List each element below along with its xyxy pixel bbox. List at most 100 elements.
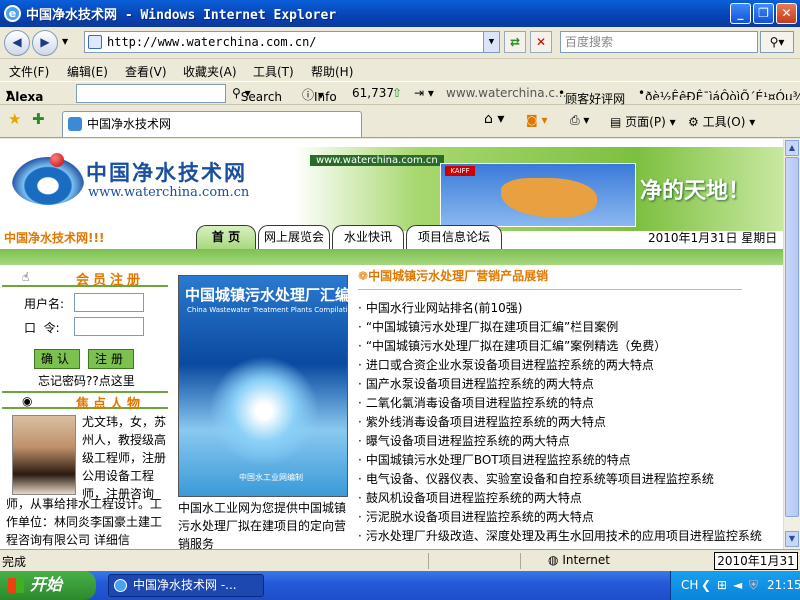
book-subtitle: China Wastewater Treatment Plants Compil… bbox=[187, 306, 357, 314]
news-item[interactable]: 进口或合资企业水泵设备项目进程监控系统的两大特点 bbox=[358, 356, 778, 375]
print-icon[interactable]: ⎙ ▾ bbox=[570, 113, 589, 128]
password-input[interactable] bbox=[74, 317, 144, 336]
news-item[interactable]: 污泥脱水设备项目进程监控系统的两大特点 bbox=[358, 508, 778, 527]
vertical-scrollbar[interactable]: ▲ ▼ bbox=[783, 139, 800, 549]
page-menu[interactable]: ▤ 页面(P) ▾ bbox=[610, 113, 676, 130]
username-input[interactable] bbox=[74, 293, 144, 312]
news-item[interactable]: 鼓风机设备项目进程监控系统的两大特点 bbox=[358, 489, 778, 508]
stop-button[interactable]: ✕ bbox=[530, 31, 552, 53]
add-favorite-icon[interactable]: ✚ bbox=[32, 110, 45, 128]
maximize-button[interactable]: ❐ bbox=[753, 3, 774, 24]
address-dropdown-icon[interactable]: ▼ bbox=[483, 32, 499, 52]
book-publisher: 中国水工业网编制 bbox=[239, 473, 303, 482]
rank-up-icon: ⇧ bbox=[392, 86, 403, 100]
news-item[interactable]: 曝气设备项目进程监控系统的两大特点 bbox=[358, 432, 778, 451]
home-icon[interactable]: ⌂ ▾ bbox=[484, 111, 504, 127]
news-item[interactable]: 电气设备、仪器仪表、实验室设备和自控系统等项目进程监控系统 bbox=[358, 470, 778, 489]
alexa-logo[interactable]: Alexa ▾ bbox=[6, 86, 43, 104]
security-shield-icon[interactable]: ⛨ bbox=[749, 578, 758, 593]
news-heading: ❁中国城镇污水处理厂营销产品展销 bbox=[358, 269, 549, 283]
news-item[interactable]: 中国水行业网站排名(前10强) bbox=[358, 299, 778, 318]
garbled-link[interactable]: • ðè½ÊêÐÊ¯ìáÔòìÕ´É¹¤Óµ¾¿Ñêì bbox=[638, 86, 800, 100]
security-zone[interactable]: ◍ Internet bbox=[548, 553, 610, 567]
language-indicator[interactable]: CH bbox=[681, 578, 698, 592]
news-item[interactable]: 紫外线消毒设备项目进程监控系统的两大特点 bbox=[358, 413, 778, 432]
alexa-search-button[interactable]: ⚲ Search ▾ bbox=[232, 86, 282, 104]
menu-help[interactable]: 帮助(H) bbox=[311, 63, 353, 80]
menu-view[interactable]: 查看(V) bbox=[125, 63, 167, 80]
news-item[interactable]: 污水处理厂升级改造、深度处理及再生水回用技术的应用项目进程监控系统 bbox=[358, 527, 778, 546]
nav-exhibition[interactable]: 网上展览会 bbox=[258, 225, 330, 249]
system-tray: CH ❮ ⊞ ◄ ⛨ 21:15 bbox=[670, 571, 800, 600]
nav-news[interactable]: 水业快讯 bbox=[332, 225, 404, 249]
taskbar-item-ie[interactable]: 中国净水技术网 -... bbox=[108, 574, 264, 597]
tab-title: 中国净水技术网 bbox=[87, 117, 172, 131]
confirm-button[interactable]: 确认 bbox=[34, 349, 80, 369]
window-title: 中国净水技术网 - Windows Internet Explorer bbox=[26, 8, 337, 23]
left-column: ☝ 会员注册 用户名: 口 令: 确认 注册 忘记密码??点这里 ◉ 焦点人物 … bbox=[2, 269, 170, 549]
tools-menu[interactable]: ⚙ 工具(O) ▾ bbox=[688, 113, 755, 130]
menu-favorites[interactable]: 收藏夹(A) bbox=[183, 63, 237, 80]
site-logo-cn[interactable]: 中国净水技术网 bbox=[86, 157, 247, 187]
marquee-text: 中国净水技术网!!! bbox=[4, 231, 105, 245]
address-bar[interactable]: http://www.waterchina.com.cn/ ▼ bbox=[84, 31, 500, 53]
address-toolbar: ◀ ▶ ▼ http://www.waterchina.com.cn/ ▼ ⇄ … bbox=[0, 27, 800, 59]
scroll-thumb[interactable] bbox=[785, 157, 799, 517]
register-button[interactable]: 注册 bbox=[88, 349, 134, 369]
forgot-password-link[interactable]: 忘记密码??点这里 bbox=[38, 372, 135, 389]
site-logo-en[interactable]: www.waterchina.com.cn bbox=[88, 185, 249, 200]
focus-person-photo[interactable] bbox=[12, 415, 76, 495]
network-icon[interactable]: ⊞ bbox=[717, 578, 727, 592]
scroll-up-icon[interactable]: ▲ bbox=[785, 140, 799, 156]
menu-edit[interactable]: 编辑(E) bbox=[67, 63, 108, 80]
nav-green-strip bbox=[0, 249, 783, 265]
menu-bar: 文件(F) 编辑(E) 查看(V) 收藏夹(A) 工具(T) 帮助(H) bbox=[0, 59, 800, 81]
alexa-search-label: Search bbox=[240, 90, 283, 104]
nav-home[interactable]: 首 页 bbox=[196, 225, 256, 249]
review-link[interactable]: • 顾客好评网 bbox=[558, 86, 625, 106]
refresh-button[interactable]: ⇄ bbox=[504, 31, 526, 53]
tab-current[interactable]: 中国净水技术网 bbox=[62, 111, 362, 137]
history-dropdown-icon[interactable]: ▼ bbox=[62, 37, 68, 46]
search-button[interactable]: ⚲▾ bbox=[760, 31, 794, 53]
tray-expand-icon[interactable]: ❮ bbox=[701, 578, 711, 592]
feeds-icon[interactable]: ◙ ▾ bbox=[526, 113, 547, 127]
book-cover[interactable]: 中国城镇污水处理厂汇编 China Wastewater Treatment P… bbox=[178, 275, 356, 497]
menu-file[interactable]: 文件(F) bbox=[9, 63, 49, 80]
tab-favicon bbox=[68, 117, 82, 131]
banner-ad[interactable]: KAIFF bbox=[440, 163, 636, 227]
alexa-redirect-icon[interactable]: ⇥ ▾ bbox=[414, 86, 434, 100]
book-caption[interactable]: 中国水工业网为您提供中国城镇污水处理厂拟在建项目的定向营销服务 bbox=[178, 499, 350, 549]
menu-tools[interactable]: 工具(T) bbox=[253, 63, 294, 80]
news-item[interactable]: “中国城镇污水处理厂拟在建项目汇编”案例精选（免费） bbox=[358, 337, 778, 356]
focus-heading: ◉ 焦点人物 bbox=[2, 391, 168, 412]
news-item[interactable]: 二氧化氯消毒设备项目进程监控系统的特点 bbox=[358, 394, 778, 413]
scroll-down-icon[interactable]: ▼ bbox=[785, 531, 799, 547]
forward-button[interactable]: ▶ bbox=[32, 30, 58, 56]
book-title: 中国城镇污水处理厂汇编 bbox=[185, 286, 351, 304]
username-label: 用户名: bbox=[24, 297, 65, 311]
minimize-button[interactable]: _ bbox=[730, 3, 751, 24]
back-button[interactable]: ◀ bbox=[4, 30, 30, 56]
close-button[interactable]: ✕ bbox=[776, 3, 797, 24]
start-button[interactable]: 开始 bbox=[0, 571, 96, 600]
news-item[interactable]: “中国城镇污水处理厂拟在建项目汇编”栏目案例 bbox=[358, 318, 778, 337]
news-item[interactable]: 中国城镇污水处理厂BOT项目进程监控系统的特点 bbox=[358, 451, 778, 470]
logo-swirl bbox=[12, 157, 84, 205]
water-splash-graphic bbox=[209, 356, 319, 466]
alexa-toolbar: Alexa ▾ ⚲ Search ▾ ⓘ Info ▾ 61,737 ⇧ ⇥ ▾ w… bbox=[0, 81, 800, 106]
globe-icon: ◍ bbox=[548, 553, 559, 567]
member-heading: ☝ 会员注册 bbox=[2, 269, 168, 288]
clock[interactable]: 21:15 bbox=[767, 578, 800, 592]
news-item[interactable]: 国产水泵设备项目进程监控系统的两大特点 bbox=[358, 375, 778, 394]
banner-slogan: 净的天地！ bbox=[640, 179, 751, 204]
alexa-info-button[interactable]: ⓘ Info ▾ bbox=[302, 86, 337, 104]
volume-icon[interactable]: ◄ bbox=[733, 578, 742, 592]
search-input[interactable]: 百度搜索 bbox=[560, 31, 758, 53]
alexa-site[interactable]: www.waterchina.c... bbox=[446, 86, 566, 100]
nav-project-forum[interactable]: 项目信息论坛 bbox=[406, 225, 502, 249]
alexa-search-input[interactable] bbox=[76, 84, 226, 103]
hand-icon: ☝ bbox=[22, 270, 30, 284]
window-title-bar[interactable]: e 中国净水技术网 - Windows Internet Explorer _ … bbox=[0, 0, 800, 27]
favorites-star-icon[interactable]: ★ bbox=[8, 110, 21, 128]
